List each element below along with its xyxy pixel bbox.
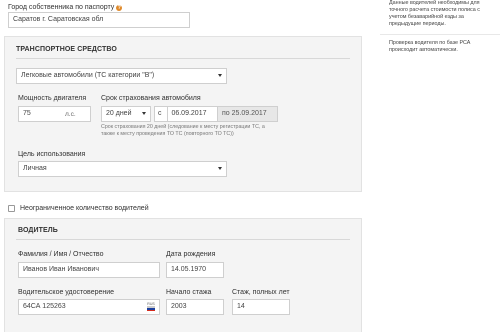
- unlimited-drivers-label[interactable]: Неограниченное количество водителей: [20, 205, 149, 212]
- engine-power-label: Мощность двигателя: [18, 95, 87, 102]
- russian-flag-icon: RUS: [146, 302, 156, 312]
- driver-name-value: Иванов Иван Иванович: [23, 266, 99, 273]
- engine-power-unit: л.с.: [65, 111, 76, 118]
- date-to-value: по 25.09.2017: [222, 110, 267, 117]
- date-to-field: по 25.09.2017: [217, 106, 278, 122]
- experience-start-input[interactable]: 2003: [166, 299, 224, 315]
- owner-city-label: Город собственника по паспорту?: [8, 4, 123, 11]
- experience-start-label: Начало стажа: [166, 289, 212, 296]
- date-from-input[interactable]: с 06.09.2017: [154, 106, 218, 122]
- unlimited-drivers-checkbox[interactable]: [8, 205, 15, 212]
- vehicle-category-select[interactable]: Легковые автомобили (ТС категории "В"): [16, 68, 227, 84]
- driver-divider: [16, 239, 350, 240]
- sidebar-rsa-note: Проверка водителя по базе РСА происходит…: [389, 40, 471, 53]
- driver-name-input[interactable]: Иванов Иван Иванович: [18, 262, 160, 278]
- engine-power-value: 75: [23, 110, 31, 117]
- insurance-term-help: Срок страхования 20 дней (следование к м…: [101, 124, 265, 137]
- birth-date-input[interactable]: 14.05.1970: [166, 262, 224, 278]
- insurance-term-label: Срок страхования автомобиля: [101, 95, 201, 102]
- info-icon[interactable]: ?: [116, 5, 123, 11]
- birth-date-value: 14.05.1970: [171, 266, 207, 273]
- usage-purpose-value: Личная: [23, 165, 47, 172]
- experience-years-value: 14: [237, 303, 245, 310]
- vehicle-divider: [16, 58, 350, 59]
- sidebar-divider: [380, 34, 500, 35]
- experience-years-input[interactable]: 14: [232, 299, 290, 315]
- insurance-term-select[interactable]: 20 дней: [101, 106, 151, 122]
- license-value: 64СА 125263: [23, 303, 66, 310]
- birth-date-label: Дата рождения: [166, 251, 216, 258]
- chevron-down-icon: [218, 74, 222, 77]
- license-label: Водительское удостоверение: [18, 289, 115, 296]
- engine-power-input[interactable]: 75: [18, 106, 91, 122]
- owner-city-label-text: Город собственника по паспорту: [8, 4, 115, 11]
- usage-purpose-label: Цель использования: [18, 151, 86, 158]
- driver-section-title: ВОДИТЕЛЬ: [18, 227, 58, 234]
- owner-city-input[interactable]: Саратов г. Саратовская обл: [8, 12, 190, 28]
- insurance-term-value: 20 дней: [106, 110, 132, 117]
- owner-city-value: Саратов г. Саратовская обл: [13, 16, 104, 23]
- date-from-prefix: с: [158, 110, 162, 117]
- sidebar-drivers-note: Данные водителей необходимы для точного …: [389, 0, 480, 27]
- vehicle-section-title: ТРАНСПОРТНОЕ СРЕДСТВО: [16, 46, 117, 53]
- license-input[interactable]: 64СА 125263 RUS: [18, 299, 160, 315]
- usage-purpose-select[interactable]: Личная: [18, 161, 227, 177]
- chevron-down-icon: [142, 112, 146, 115]
- date-from-value: 06.09.2017: [167, 107, 207, 121]
- experience-start-value: 2003: [171, 303, 187, 310]
- vehicle-category-value: Легковые автомобили (ТС категории "В"): [21, 72, 155, 79]
- driver-name-label: Фамилия / Имя / Отчество: [18, 251, 104, 258]
- chevron-down-icon: [218, 167, 222, 170]
- experience-years-label: Стаж, полных лет: [232, 289, 290, 296]
